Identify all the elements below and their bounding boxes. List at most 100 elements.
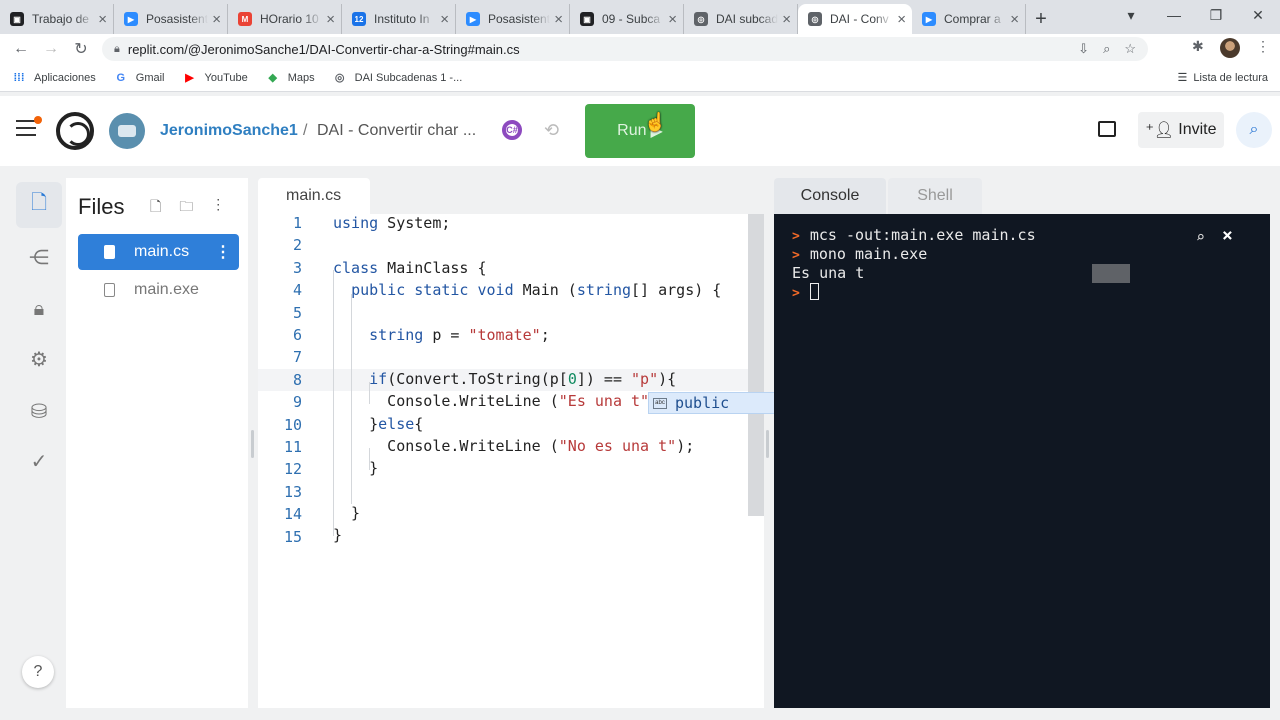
database-icon[interactable]: ⛁	[16, 388, 62, 434]
console-clear-icon[interactable]: ×	[1222, 225, 1233, 246]
autocomplete-item[interactable]: public	[675, 394, 729, 412]
line-number: 7	[292, 348, 302, 367]
tab-close-icon[interactable]: ×	[554, 11, 563, 28]
browser-tab[interactable]: M HOrario 10 ×	[228, 4, 342, 34]
address-bar[interactable]: 🔒︎ replit.com/@JeronimoSanche1/DAI-Conve…	[102, 37, 1148, 61]
tool-rail: 🗋︎ ⋲ 🔒︎ ⚙ ⛁ ✓	[10, 178, 66, 708]
close-window-icon[interactable]: ✕	[1238, 0, 1278, 30]
user-avatar[interactable]	[109, 113, 145, 149]
tab-favicon-icon: ▶	[922, 12, 936, 26]
tab-shell[interactable]: Shell	[888, 178, 982, 214]
keyword-icon: abc	[653, 397, 667, 409]
forward-icon[interactable]: →	[36, 40, 66, 58]
console-search-icon[interactable]: ⌕	[1196, 228, 1205, 246]
console-output[interactable]: > mcs -out:main.exe main.cs > mono main.ex…	[774, 214, 1270, 708]
console-tab-bar: Console Shell	[774, 178, 1270, 214]
browser-tab[interactable]: 12 Instituto In ×	[342, 4, 456, 34]
bookmark-item[interactable]: G Gmail	[114, 71, 164, 85]
search-icon[interactable]: ⌕	[1236, 112, 1272, 148]
settings-gear-icon[interactable]: ⚙	[16, 336, 62, 382]
code-line: Console.WriteLine ("Es una t"	[333, 392, 650, 410]
line-number: 13	[283, 482, 302, 501]
tab-close-icon[interactable]: ×	[326, 11, 335, 28]
bookmark-item[interactable]: ⁞⁞⁞ Aplicaciones	[12, 71, 96, 85]
reload-icon[interactable]: ↻	[66, 39, 96, 59]
tab-close-icon[interactable]: ×	[668, 11, 677, 28]
console-line-text: Es una t	[792, 264, 865, 282]
tab-search-icon[interactable]: ▾	[1116, 0, 1146, 30]
repl-name[interactable]: DAI - Convertir char ...	[317, 122, 476, 140]
bookmark-item[interactable]: ▶ YouTube	[183, 71, 247, 85]
console-input-line[interactable]: >	[792, 283, 819, 301]
new-folder-icon[interactable]: 🗀︎	[179, 196, 193, 220]
zoom-icon[interactable]: ⌕	[1103, 41, 1110, 57]
secrets-lock-icon[interactable]: 🔒︎	[16, 286, 62, 332]
back-icon[interactable]: ←	[6, 40, 36, 58]
file-menu-icon[interactable]: ⋮	[215, 242, 231, 262]
panel-resize-handle[interactable]	[766, 430, 769, 458]
run-button[interactable]: Run ▶	[585, 104, 695, 158]
tab-title: DAI subcad	[716, 12, 779, 26]
terminal-cursor	[809, 283, 819, 300]
editor-tab-bar: main.cs	[258, 178, 764, 214]
extensions-icon[interactable]: ✱	[1192, 38, 1204, 55]
code-line: Console.WriteLine ("No es una t");	[333, 437, 695, 455]
install-icon[interactable]: ⇩	[1078, 41, 1089, 57]
notification-dot	[34, 116, 42, 124]
version-control-icon[interactable]: ⋲	[16, 234, 62, 280]
profile-avatar[interactable]	[1220, 38, 1240, 58]
bookmark-star-icon[interactable]: ☆	[1124, 41, 1136, 57]
console-line-text: mcs -out:main.exe main.cs	[809, 226, 1036, 244]
browser-tab[interactable]: ◎ DAI - Conv ×	[798, 4, 912, 34]
panel-resize-handle[interactable]	[251, 430, 254, 458]
file-icon	[104, 283, 115, 297]
tab-close-icon[interactable]: ×	[212, 11, 221, 28]
browser-menu-icon[interactable]: ⋮	[1256, 38, 1270, 55]
reading-list[interactable]: ☰ Lista de lectura	[1178, 71, 1268, 85]
new-file-icon[interactable]: 🗋︎	[150, 196, 161, 220]
invite-button[interactable]: ⁺👤︎ Invite	[1138, 112, 1224, 148]
file-item-main-cs[interactable]: main.cs ⋮	[78, 234, 239, 270]
run-label: Run	[617, 122, 647, 139]
tab-close-icon[interactable]: ×	[440, 11, 449, 28]
history-icon[interactable]: ⟲	[544, 120, 559, 141]
new-tab-icon[interactable]: +	[1026, 4, 1056, 34]
help-button[interactable]: ?	[22, 656, 54, 688]
menu-icon[interactable]	[16, 116, 42, 138]
tab-close-icon[interactable]: ×	[1010, 11, 1019, 28]
tab-console[interactable]: Console	[774, 178, 886, 214]
tab-title: 09 - Subca	[602, 12, 661, 26]
maps-icon: ◆	[268, 72, 277, 84]
browser-tab[interactable]: ▶ Posasistent ×	[114, 4, 228, 34]
prompt-icon: >	[792, 229, 800, 244]
more-options-icon[interactable]: ⋮	[211, 196, 225, 220]
chat-icon[interactable]	[1098, 121, 1116, 137]
code-line: }	[333, 526, 343, 544]
tab-close-icon[interactable]: ×	[897, 11, 906, 28]
editor-scrollbar[interactable]	[748, 214, 764, 516]
code-editor[interactable]: using System; class MainClass { public s…	[258, 214, 764, 708]
browser-tab[interactable]: ◎ DAI subcad ×	[684, 4, 798, 34]
browser-tab[interactable]: ▶ Comprar a ×	[912, 4, 1026, 34]
replit-logo[interactable]	[56, 112, 94, 150]
tab-close-icon[interactable]: ×	[98, 11, 107, 28]
restore-icon[interactable]: ❐	[1196, 0, 1236, 30]
add-user-icon: ⁺👤︎	[1145, 122, 1175, 139]
files-icon[interactable]: 🗋︎	[16, 182, 62, 228]
browser-tab[interactable]: ▣ 09 - Subca ×	[570, 4, 684, 34]
file-item-main-exe[interactable]: main.exe	[78, 272, 239, 308]
username-link[interactable]: JeronimoSanche1	[160, 122, 298, 140]
minimize-icon[interactable]: —	[1154, 0, 1194, 30]
browser-tab[interactable]: ▶ Posasistent ×	[456, 4, 570, 34]
tab-close-icon[interactable]: ×	[782, 11, 791, 28]
bookmark-item[interactable]: ◆ Maps	[266, 71, 315, 85]
browser-tab[interactable]: ▣ Trabajo de ×	[0, 4, 114, 34]
tab-title: Comprar a	[944, 12, 1001, 26]
reading-list-label: Lista de lectura	[1193, 71, 1268, 84]
tab-main-cs[interactable]: main.cs	[258, 178, 370, 214]
line-number: 11	[283, 438, 302, 456]
code-line: if(Convert.ToString(p[0]) == "p"){	[369, 370, 677, 388]
mouse-pointer-icon: ☝	[644, 112, 667, 132]
unit-tests-check-icon[interactable]: ✓	[16, 438, 62, 484]
bookmark-item[interactable]: ◎ DAI Subcadenas 1 -...	[333, 71, 462, 85]
